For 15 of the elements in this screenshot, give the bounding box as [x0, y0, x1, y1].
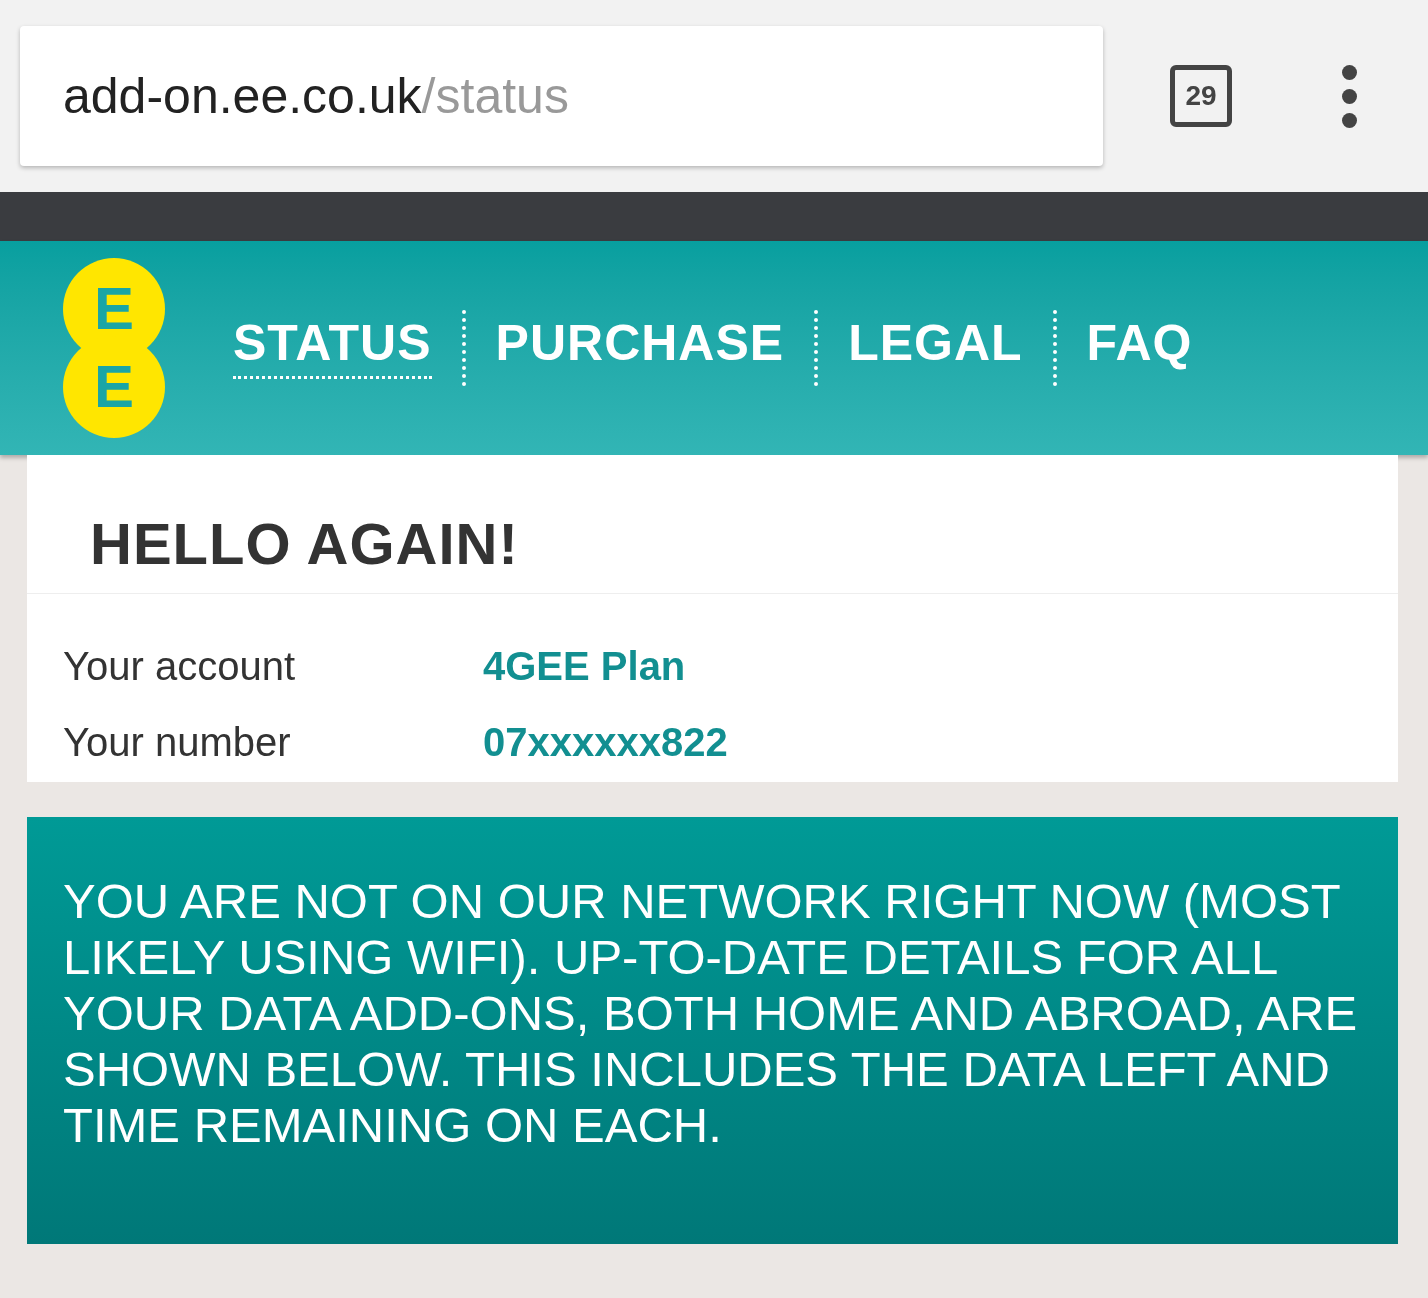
nav-link[interactable]: STATUS — [233, 317, 432, 379]
url-host: add-on.ee.co.uk — [63, 66, 422, 126]
menu-icon[interactable] — [1342, 64, 1357, 128]
tab-count-button[interactable]: 29 — [1170, 65, 1232, 127]
account-label: Your account — [63, 643, 297, 690]
url-path: /status — [421, 66, 569, 126]
account-value: 4GEE Plan — [483, 643, 686, 690]
nav-link[interactable]: PURCHASE — [495, 317, 785, 379]
account-value: 07xxxxxx822 — [483, 719, 728, 766]
address-bar[interactable]: add-on.ee.co.uk/status — [20, 26, 1103, 166]
nav-link[interactable]: LEGAL — [848, 317, 1023, 379]
nav-link[interactable]: FAQ — [1086, 317, 1193, 379]
notice-text: YOU ARE NOT ON OUR NETWORK RIGHT NOW (MOST LIKELY USING WIFI). UP-TO-DATE DETAILS FOR ALL YOUR DATA ADD-ONS, BOTH HOME AND ABROAD, ARE SHOWN BELOW. THIS INCLUDES THE DATA LEFT AND TIME REMAINING ON EACH. — [63, 873, 1359, 1153]
greeting-heading: HELLO AGAIN! — [90, 510, 519, 578]
account-label: Your number — [63, 719, 292, 766]
